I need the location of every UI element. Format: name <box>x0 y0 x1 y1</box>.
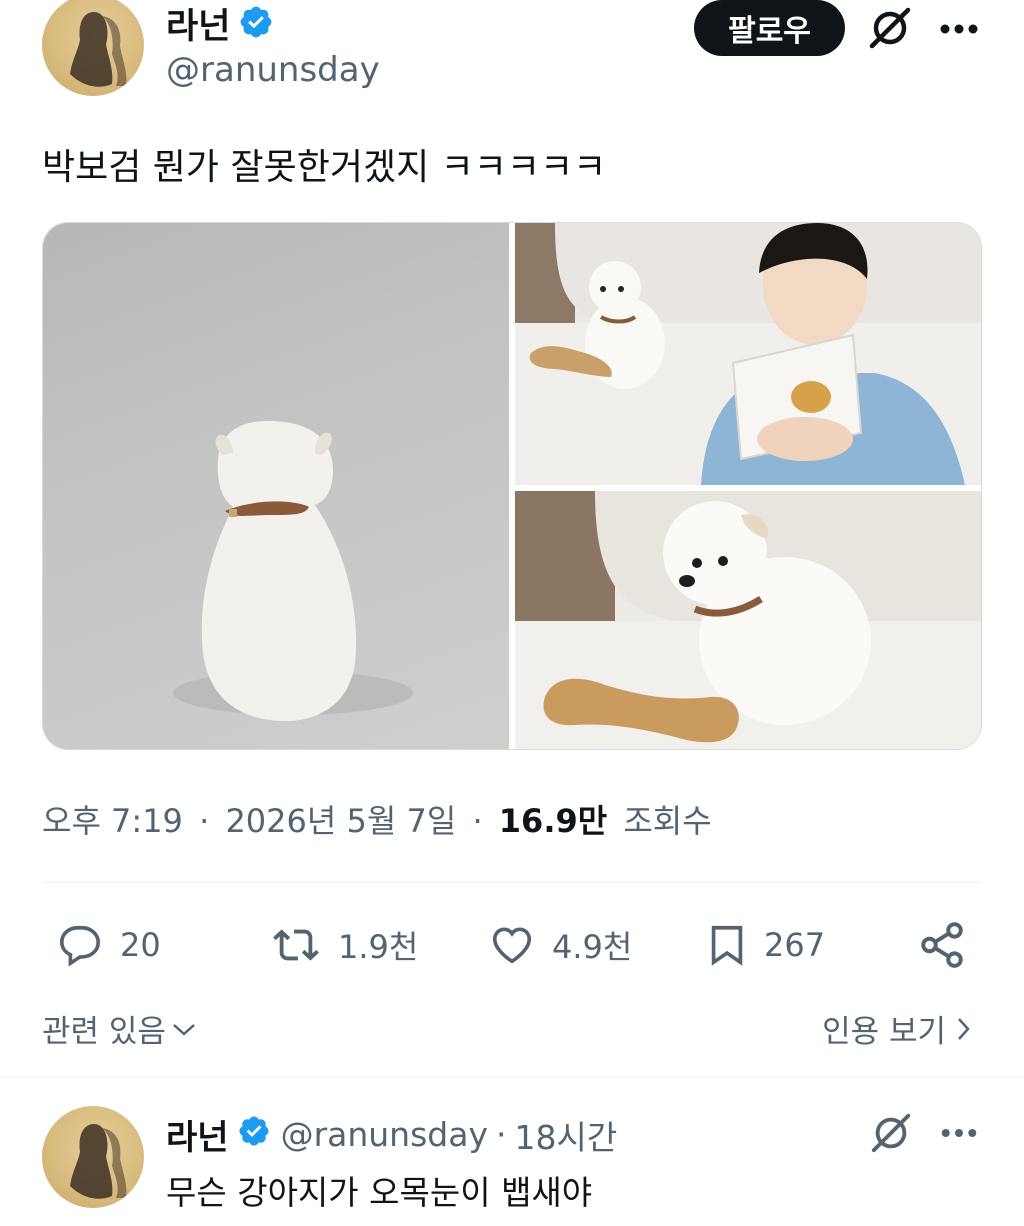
reply-display-name[interactable]: 라넌 <box>166 1110 229 1159</box>
views-count: 16.9만 <box>498 802 608 840</box>
author-avatar[interactable] <box>42 0 144 96</box>
tweet-time[interactable]: 오후 7:19 <box>42 802 183 840</box>
verified-badge-icon <box>237 1114 271 1156</box>
share-action[interactable] <box>916 920 968 970</box>
grok-icon[interactable] <box>866 1108 916 1158</box>
bookmark-action[interactable]: 267 <box>704 920 825 970</box>
related-toggle[interactable]: 관련 있음 <box>42 1006 198 1051</box>
follow-button[interactable]: 팔로우 <box>694 0 845 56</box>
meta-separator: · <box>472 802 483 840</box>
related-label: 관련 있음 <box>42 1014 166 1050</box>
grok-icon[interactable] <box>864 2 916 54</box>
reply-time[interactable]: 18시간 <box>515 1111 618 1159</box>
share-icon <box>921 922 963 968</box>
reply-header: 라넌 @ranunsday · 18시간 <box>166 1110 617 1159</box>
media-image-2[interactable] <box>515 223 981 485</box>
reply-author-avatar[interactable] <box>42 1106 144 1208</box>
media-image-1[interactable] <box>43 223 509 749</box>
verified-badge-icon <box>238 4 274 44</box>
author-display-name[interactable]: 라넌 <box>166 0 230 49</box>
reply-icon <box>59 925 101 967</box>
bookmark-icon <box>711 925 743 966</box>
retweet-icon <box>273 929 319 961</box>
view-quotes-link[interactable]: 인용 보기 <box>822 1006 974 1051</box>
like-action[interactable]: 4.9천 <box>486 920 632 970</box>
author-name-row[interactable]: 라넌 <box>166 0 274 49</box>
more-icon[interactable] <box>936 6 982 52</box>
divider <box>42 882 982 883</box>
tweet-media-grid <box>42 222 982 750</box>
tweet-text: 박보검 뭔가 잘못한거겠지 ㅋㅋㅋㅋㅋ <box>42 147 607 188</box>
retweet-action[interactable]: 1.9천 <box>268 920 418 970</box>
retweet-count: 1.9천 <box>338 928 419 966</box>
chevron-down-icon <box>173 1023 195 1036</box>
divider <box>0 1076 1024 1077</box>
tweet-meta: 오후 7:19 · 2026년 5월 7일 · 16.9만 조회수 <box>42 796 712 842</box>
like-icon <box>492 927 532 964</box>
quotes-label: 인용 보기 <box>822 1014 946 1050</box>
bookmark-count: 267 <box>764 926 826 964</box>
media-image-3[interactable] <box>515 491 981 749</box>
tweet-date[interactable]: 2026년 5월 7일 <box>225 802 456 840</box>
more-icon[interactable] <box>936 1110 982 1156</box>
views-label: 조회수 <box>623 802 712 840</box>
author-handle[interactable]: @ranunsday <box>166 50 380 90</box>
reply-text: 무슨 강아지가 오목눈이 뱁새야 <box>166 1173 593 1212</box>
reply-action[interactable]: 20 <box>54 920 161 970</box>
reply-separator: · <box>496 1115 507 1154</box>
meta-separator: · <box>199 802 210 840</box>
chevron-right-icon <box>958 1017 970 1040</box>
reply-count: 20 <box>120 926 161 964</box>
like-count: 4.9천 <box>552 928 633 966</box>
reply-handle[interactable]: @ranunsday <box>281 1115 488 1154</box>
